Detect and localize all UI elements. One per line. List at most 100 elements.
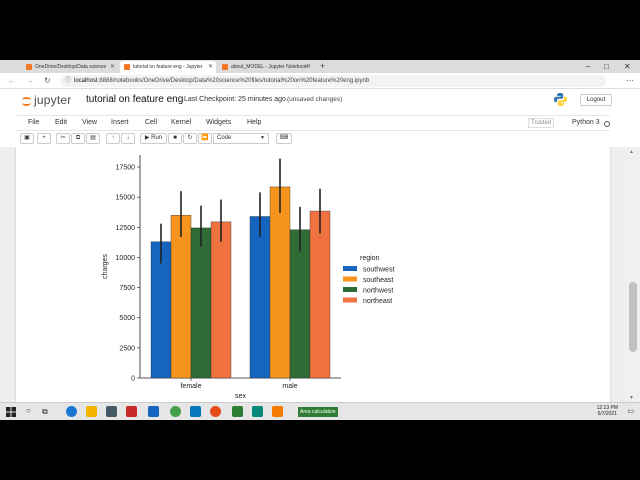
- search-icon[interactable]: ○: [26, 406, 31, 415]
- scroll-down-icon[interactable]: ▼: [629, 395, 634, 401]
- notebook-page: 0 2500 5000 7500 10000 12500 15000 17500 female m…: [16, 147, 610, 402]
- jupyter-favicon-icon: [222, 64, 228, 70]
- vertical-scrollbar[interactable]: ▲ ▼: [626, 147, 640, 402]
- bar-southeast-male: [269, 186, 291, 379]
- edge-icon[interactable]: [66, 406, 77, 417]
- app-icon[interactable]: [272, 406, 283, 417]
- tab-title: tutorial on feature eng - Jupyter: [133, 64, 203, 70]
- close-window-icon[interactable]: ✕: [624, 61, 631, 72]
- bar-chart: 0 2500 5000 7500 10000 12500 15000 17500 female m…: [102, 155, 395, 400]
- menu-insert[interactable]: Insert: [111, 119, 129, 126]
- jupyter-header: jupyter tutorial on feature eng Last Che…: [0, 89, 626, 115]
- insert-cell-icon[interactable]: +: [37, 133, 51, 144]
- stop-icon[interactable]: ■: [168, 133, 182, 144]
- close-icon[interactable]: ✕: [110, 63, 115, 70]
- scroll-up-icon[interactable]: ▲: [629, 149, 634, 155]
- more-icon[interactable]: ⋯: [626, 75, 634, 87]
- fast-forward-icon[interactable]: ⏩: [198, 133, 212, 144]
- logout-button[interactable]: Logout: [580, 94, 612, 106]
- bar-southwest-male: [249, 216, 271, 379]
- menu-kernel[interactable]: Kernel: [171, 119, 191, 126]
- screen: OneDrive/Desktop/Data science ✕ tutorial…: [0, 60, 640, 420]
- y-axis-label: charges: [102, 254, 109, 279]
- y-tick-label: 5000: [119, 315, 135, 322]
- browser-tab-3[interactable]: about_MODEL - Jupyter Notebook ✕: [218, 61, 314, 73]
- notebook-area: 0 2500 5000 7500 10000 12500 15000 17500 female m…: [0, 147, 626, 402]
- python-logo-icon: [553, 92, 568, 107]
- browser-tab-1[interactable]: OneDrive/Desktop/Data science ✕: [22, 61, 118, 73]
- notebook-title[interactable]: tutorial on feature eng: [86, 94, 183, 105]
- menu-edit[interactable]: Edit: [55, 119, 67, 126]
- bar-northeast-female: [210, 221, 232, 379]
- task-view-icon[interactable]: ⧉: [42, 407, 48, 417]
- file-explorer-icon[interactable]: [86, 406, 97, 417]
- close-icon[interactable]: ✕: [208, 63, 213, 70]
- address-bar: ← → ↻ ⓘ localhost:8888/notebooks/OneDriv…: [0, 73, 640, 89]
- menu-widgets[interactable]: Widgets: [206, 119, 231, 126]
- close-icon[interactable]: ✕: [306, 63, 311, 70]
- info-icon[interactable]: ⓘ: [65, 75, 71, 87]
- paste-icon[interactable]: ▤: [86, 133, 100, 144]
- minimize-icon[interactable]: –: [586, 61, 590, 72]
- trusted-indicator[interactable]: Trusted: [528, 118, 555, 128]
- x-tick-label: female: [180, 383, 201, 390]
- tab-title: OneDrive/Desktop/Data science: [35, 64, 107, 70]
- jupyter-logo-text: jupyter: [34, 93, 72, 107]
- copy-icon[interactable]: ⧉: [71, 133, 85, 144]
- legend-swatch-northwest: [343, 287, 357, 292]
- scrollbar-thumb[interactable]: [629, 282, 637, 352]
- notebook-toolbar: ▣ + ✂ ⧉ ▤ ↑ ↓ ▶ Run ■ ↻ ⏩ Code ▼ ⌨: [20, 133, 610, 145]
- app-icon[interactable]: [126, 406, 137, 417]
- run-button[interactable]: ▶ Run: [140, 133, 167, 144]
- save-icon[interactable]: ▣: [20, 133, 34, 144]
- url-field[interactable]: ⓘ localhost:8888/notebooks/OneDrive/Desk…: [60, 75, 606, 87]
- back-icon[interactable]: ←: [8, 75, 16, 87]
- windows-start-icon[interactable]: [6, 407, 16, 417]
- cell-type-select[interactable]: Code ▼: [213, 133, 269, 144]
- chrome-icon[interactable]: [170, 406, 181, 417]
- menu-help[interactable]: Help: [247, 119, 261, 126]
- restart-icon[interactable]: ↻: [183, 133, 197, 144]
- mail-icon[interactable]: [148, 406, 159, 417]
- jupyter-logo-icon: [22, 94, 31, 106]
- y-tick-label: 17500: [116, 165, 136, 172]
- jupyter-logo[interactable]: jupyter: [22, 93, 71, 107]
- browser-tab-strip: OneDrive/Desktop/Data science ✕ tutorial…: [0, 60, 640, 73]
- legend-label-southeast: southeast: [363, 277, 393, 284]
- legend-swatch-northeast: [343, 297, 357, 303]
- unsaved-status: (unsaved changes): [287, 96, 343, 103]
- word-icon[interactable]: [190, 406, 201, 417]
- excel-icon[interactable]: [232, 406, 243, 417]
- legend-swatch-southwest: [343, 266, 357, 271]
- move-up-icon[interactable]: ↑: [106, 133, 120, 144]
- browser-tab-2[interactable]: tutorial on feature eng - Jupyter ✕: [120, 61, 216, 73]
- legend-label-southwest: southwest: [363, 267, 395, 274]
- url-path: :8888/notebooks/OneDrive/Desktop/Data%20…: [97, 78, 370, 84]
- clock[interactable]: 12:13 PM 5/7/2021: [597, 405, 618, 417]
- cut-icon[interactable]: ✂: [56, 133, 70, 144]
- legend-label-northeast: northeast: [363, 298, 392, 305]
- bar-southeast-female: [170, 215, 192, 379]
- menu-cell[interactable]: Cell: [145, 119, 157, 126]
- y-tick-label: 10000: [116, 255, 136, 262]
- legend-swatch-southeast: [343, 276, 357, 282]
- plus-icon[interactable]: +: [320, 61, 325, 72]
- y-tick-label: 2500: [119, 345, 135, 352]
- y-tick-label: 0: [131, 376, 135, 383]
- taskbar-label[interactable]: Area calculation: [298, 407, 338, 417]
- maximize-icon[interactable]: □: [604, 61, 609, 72]
- menu-file[interactable]: File: [28, 119, 39, 126]
- menu-view[interactable]: View: [82, 119, 97, 126]
- move-down-icon[interactable]: ↓: [121, 133, 135, 144]
- app-icon[interactable]: [252, 406, 263, 417]
- browser-icon[interactable]: [210, 406, 221, 417]
- notification-icon[interactable]: ▭: [627, 407, 634, 415]
- keyboard-icon[interactable]: ⌨: [276, 133, 292, 144]
- x-axis-label: sex: [235, 393, 246, 400]
- forward-icon[interactable]: →: [26, 75, 34, 87]
- jupyter-favicon-icon: [124, 64, 130, 70]
- store-icon[interactable]: [106, 406, 117, 417]
- reload-icon[interactable]: ↻: [44, 75, 51, 87]
- clock-date: 5/7/2021: [597, 411, 618, 417]
- tab-title: about_MODEL - Jupyter Notebook: [231, 64, 308, 70]
